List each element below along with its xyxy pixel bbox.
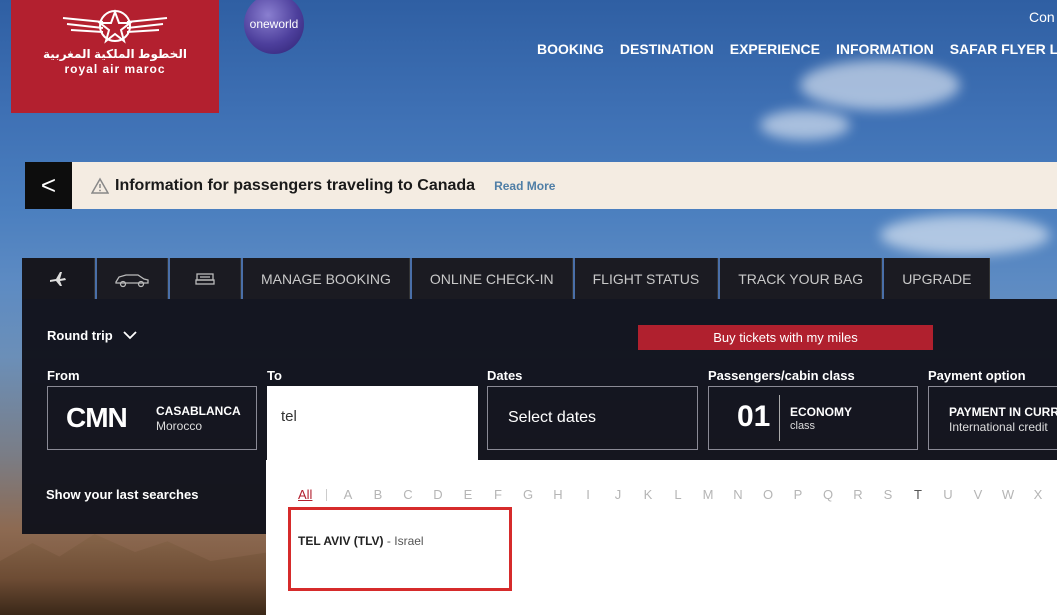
banner-back-button[interactable]: < bbox=[25, 162, 72, 209]
alpha-letter[interactable]: C bbox=[393, 487, 423, 502]
nav-safar-flyer[interactable]: SAFAR FLYER LOYA bbox=[950, 41, 1057, 57]
payment-title: PAYMENT IN CURR bbox=[949, 405, 1057, 419]
alpha-letter[interactable]: D bbox=[423, 487, 453, 502]
tab-flight-status[interactable]: FLIGHT STATUS bbox=[572, 258, 719, 299]
alpha-letter[interactable]: E bbox=[453, 487, 483, 502]
from-city: CASABLANCA bbox=[156, 404, 241, 418]
alpha-letter[interactable]: G bbox=[513, 487, 543, 502]
alpha-letter[interactable]: Q bbox=[813, 487, 843, 502]
alpha-letter[interactable]: N bbox=[723, 487, 753, 502]
car-icon bbox=[115, 273, 149, 287]
contact-link[interactable]: Con bbox=[1029, 9, 1055, 25]
trip-type-select[interactable]: Round trip bbox=[47, 328, 137, 343]
trip-type-label: Round trip bbox=[47, 328, 113, 343]
alpha-divider bbox=[326, 489, 327, 501]
cabin-class: ECONOMY bbox=[790, 405, 853, 419]
read-more-link[interactable]: Read More bbox=[494, 179, 555, 193]
from-field[interactable]: CMN CASABLANCA Morocco bbox=[47, 386, 257, 450]
tab-hotel[interactable] bbox=[168, 258, 241, 299]
alpha-letter-active[interactable]: T bbox=[903, 487, 933, 502]
plane-icon bbox=[50, 271, 66, 286]
alpha-letter[interactable]: W bbox=[993, 487, 1023, 502]
alpha-letter[interactable]: O bbox=[753, 487, 783, 502]
alpha-letter[interactable]: K bbox=[633, 487, 663, 502]
oneworld-logo[interactable]: oneworld bbox=[244, 0, 304, 54]
dates-placeholder: Select dates bbox=[508, 409, 597, 426]
nav-booking[interactable]: BOOKING bbox=[537, 41, 604, 57]
alpha-letter[interactable]: F bbox=[483, 487, 513, 502]
brand-name: royal air maroc bbox=[64, 62, 166, 76]
alpha-letter[interactable]: J bbox=[603, 487, 633, 502]
alpha-letter[interactable]: P bbox=[783, 487, 813, 502]
rocks-background bbox=[0, 534, 270, 615]
booking-tabs: MANAGE BOOKING ONLINE CHECK-IN FLIGHT ST… bbox=[22, 258, 991, 299]
dates-field[interactable]: Select dates bbox=[487, 386, 698, 450]
payment-field[interactable]: PAYMENT IN CURR International credit bbox=[928, 386, 1057, 450]
alpha-all[interactable]: All bbox=[298, 487, 320, 502]
brand-arabic-name: الخطوط الملكية المغربية bbox=[43, 47, 187, 61]
alpha-letter[interactable]: I bbox=[573, 487, 603, 502]
nav-information[interactable]: INFORMATION bbox=[836, 41, 934, 57]
last-searches-link[interactable]: Show your last searches bbox=[46, 487, 198, 502]
alpha-letter[interactable]: L bbox=[663, 487, 693, 502]
passengers-field[interactable]: 01 ECONOMY class bbox=[708, 386, 918, 450]
result-highlight-box bbox=[288, 507, 512, 591]
chevron-down-icon bbox=[123, 331, 137, 340]
from-airport-code: CMN bbox=[66, 402, 128, 433]
alpha-letter[interactable]: A bbox=[333, 487, 363, 502]
to-label: To bbox=[267, 368, 282, 383]
warning-icon bbox=[91, 176, 109, 194]
cabin-class-sub: class bbox=[790, 420, 816, 432]
banner-message: Information for passengers traveling to … bbox=[115, 176, 476, 194]
to-field[interactable] bbox=[267, 386, 478, 460]
royal-air-maroc-logo[interactable]: الخطوط الملكية المغربية royal air maroc bbox=[11, 0, 219, 113]
tab-online-checkin[interactable]: ONLINE CHECK-IN bbox=[409, 258, 573, 299]
alpha-letter[interactable]: U bbox=[933, 487, 963, 502]
alphabet-filter: All A B C D E F G H I J K L M N O P Q R … bbox=[298, 487, 1053, 502]
tab-manage-booking[interactable]: MANAGE BOOKING bbox=[241, 258, 410, 299]
from-label: From bbox=[47, 368, 80, 383]
alpha-letter[interactable]: B bbox=[363, 487, 393, 502]
info-banner: < Information for passengers traveling t… bbox=[25, 162, 1057, 209]
alpha-letter[interactable]: H bbox=[543, 487, 573, 502]
buy-with-miles-button[interactable]: Buy tickets with my miles bbox=[638, 325, 933, 350]
tab-car[interactable] bbox=[95, 258, 168, 299]
star-wings-emblem bbox=[62, 9, 168, 44]
passenger-count: 01 bbox=[737, 400, 771, 433]
tab-track-your-bag[interactable]: TRACK YOUR BAG bbox=[718, 258, 883, 299]
destination-search-input[interactable] bbox=[281, 408, 461, 425]
hotel-bed-icon bbox=[195, 272, 215, 285]
nav-experience[interactable]: EXPERIENCE bbox=[730, 41, 820, 57]
payment-label: Payment option bbox=[928, 368, 1026, 383]
dates-label: Dates bbox=[487, 368, 523, 383]
alpha-letter[interactable]: X bbox=[1023, 487, 1053, 502]
alpha-letter[interactable]: M bbox=[693, 487, 723, 502]
nav-destination[interactable]: DESTINATION bbox=[620, 41, 714, 57]
alpha-letter[interactable]: V bbox=[963, 487, 993, 502]
tab-flights[interactable] bbox=[22, 258, 95, 299]
from-country: Morocco bbox=[156, 419, 203, 433]
main-nav: BOOKING DESTINATION EXPERIENCE INFORMATI… bbox=[537, 41, 1057, 57]
alpha-letter[interactable]: S bbox=[873, 487, 903, 502]
passenger-divider bbox=[779, 395, 780, 441]
alpha-letter[interactable]: R bbox=[843, 487, 873, 502]
payment-subtitle: International credit bbox=[949, 420, 1048, 434]
passengers-label: Passengers/cabin class bbox=[708, 368, 855, 383]
tab-upgrade[interactable]: UPGRADE bbox=[882, 258, 991, 299]
